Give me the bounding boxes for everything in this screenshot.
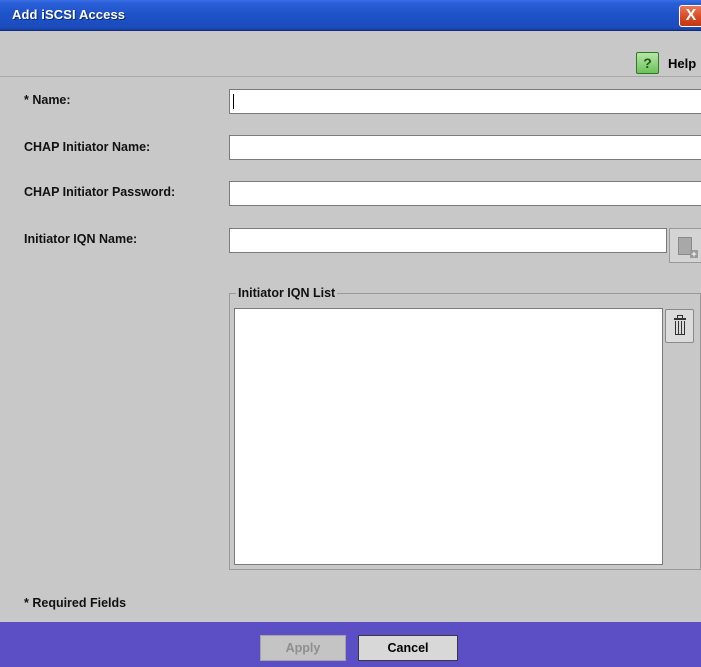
add-iqn-button[interactable]: +: [669, 228, 701, 263]
chap-initiator-name-field[interactable]: [229, 135, 701, 160]
initiator-iqn-name-label: Initiator IQN Name:: [24, 232, 138, 246]
help-icon[interactable]: ?: [636, 52, 659, 74]
apply-button[interactable]: Apply: [260, 635, 346, 661]
cancel-button[interactable]: Cancel: [358, 635, 458, 661]
window-title: Add iSCSI Access: [12, 7, 126, 22]
required-fields-note: * Required Fields: [24, 596, 127, 610]
name-label: * Name:: [24, 93, 71, 107]
delete-iqn-button[interactable]: [665, 309, 694, 343]
toolbar: ? Help: [0, 32, 701, 77]
chap-initiator-password-label: CHAP Initiator Password:: [24, 185, 176, 199]
initiator-iqn-list[interactable]: [234, 308, 663, 565]
help-link[interactable]: Help: [668, 56, 696, 71]
text-caret: [233, 94, 234, 109]
chap-initiator-password-field[interactable]: [229, 181, 701, 206]
name-field[interactable]: [229, 89, 701, 114]
title-bar: Add iSCSI Access X: [0, 0, 701, 31]
initiator-iqn-list-legend: Initiator IQN List: [236, 286, 338, 300]
close-button[interactable]: X: [679, 5, 701, 27]
initiator-iqn-name-field[interactable]: [229, 228, 667, 253]
close-icon: X: [685, 7, 697, 24]
button-bar: [0, 622, 701, 667]
chap-initiator-name-label: CHAP Initiator Name:: [24, 140, 151, 154]
